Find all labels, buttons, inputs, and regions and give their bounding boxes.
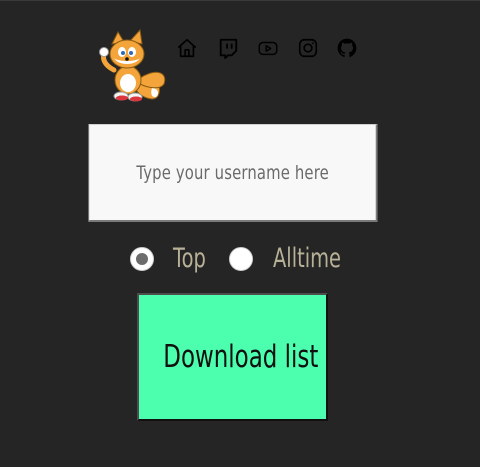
radio-top[interactable]	[130, 247, 154, 271]
github-icon[interactable]	[336, 37, 358, 59]
fox-mascot-logo	[99, 28, 166, 102]
download-list-button[interactable]: Download list	[137, 293, 328, 421]
home-icon[interactable]	[176, 37, 198, 59]
radio-alltime-label[interactable]: Alltime	[273, 240, 341, 278]
twitch-icon[interactable]	[217, 37, 239, 59]
username-input[interactable]	[88, 124, 378, 222]
top-border	[0, 0, 480, 1]
instagram-icon[interactable]	[297, 37, 319, 59]
radio-alltime[interactable]	[229, 247, 253, 271]
download-list-label: Download list	[163, 339, 319, 375]
radio-top-label[interactable]: Top	[173, 240, 206, 278]
youtube-icon[interactable]	[257, 37, 279, 59]
